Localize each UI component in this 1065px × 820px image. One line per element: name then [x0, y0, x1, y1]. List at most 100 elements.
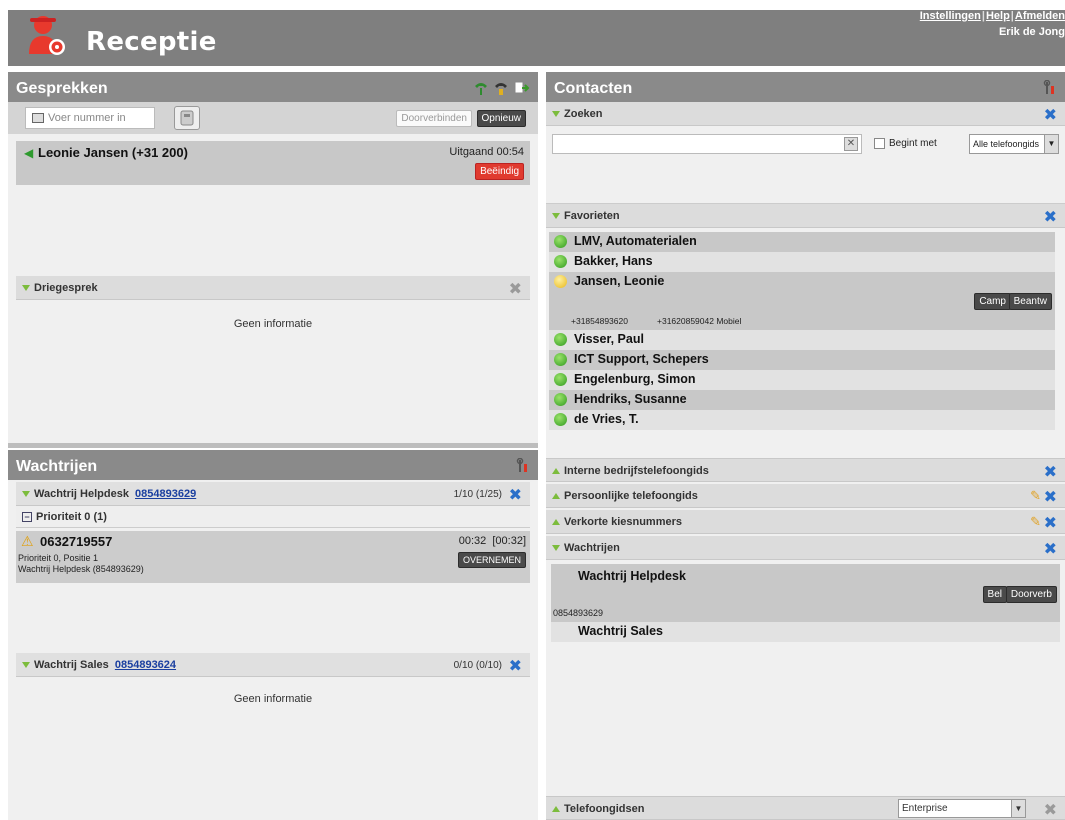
clear-search-icon[interactable]: ✕ — [844, 137, 858, 151]
sales-queue-header[interactable]: Wachtrij Sales 0854893624 0/10 (0/10) ✖ — [16, 653, 530, 677]
contact-name: de Vries, T. — [574, 412, 639, 426]
personal-directory-header[interactable]: Persoonlijke telefoongids ✎ ✖ — [546, 484, 1065, 508]
logout-link[interactable]: Afmelden — [1015, 10, 1065, 22]
search-input[interactable] — [552, 134, 862, 154]
splitter-handle[interactable] — [8, 443, 538, 448]
contact-phone[interactable]: +31854893620 — [571, 316, 628, 326]
close-icon[interactable]: ✖ — [509, 485, 522, 505]
dial-bar: Voer nummer in Doorverbinden Opnieuw — [8, 102, 538, 134]
sales-queue-count: 0/10 (0/10) — [453, 660, 502, 671]
receptionist-logo-icon — [29, 16, 65, 55]
app-title: Receptie — [86, 27, 217, 57]
speed-dial-header[interactable]: Verkorte kiesnummers ✎ ✖ — [546, 510, 1065, 534]
close-icon[interactable]: ✖ — [1044, 105, 1057, 125]
end-call-button[interactable]: Beëindig — [475, 163, 524, 180]
active-call-status: Uitgaand 00:54 — [449, 146, 524, 158]
favorites-section-title: Favorieten — [564, 210, 620, 222]
number-input[interactable]: Voer nummer in — [25, 107, 155, 129]
phonebook-icon — [32, 113, 44, 124]
favorites-section-header[interactable]: Favorieten ✖ — [546, 204, 1065, 228]
starts-with-checkbox[interactable] — [874, 138, 885, 149]
contact-mobile[interactable]: +31620859042 Mobiel — [657, 316, 741, 326]
transfer-button[interactable]: Doorverbinden — [396, 110, 472, 127]
pencil-icon[interactable]: ✎ — [1030, 514, 1041, 530]
presence-available-icon — [554, 255, 567, 269]
sales-queue-label: Wachtrij Sales — [34, 659, 109, 671]
personal-directory-title: Persoonlijke telefoongids — [564, 490, 698, 502]
internal-directory-header[interactable]: Interne bedrijfstelefoongids ✖ — [546, 458, 1065, 482]
close-icon[interactable]: ✖ — [1044, 513, 1057, 533]
favorite-contact[interactable]: Visser, Paul — [549, 330, 1055, 350]
collapse-box-icon[interactable]: − — [22, 512, 32, 523]
favorite-contact[interactable]: ICT Support, Schepers — [549, 350, 1055, 370]
queues-section-header[interactable]: Wachtrijen ✖ — [546, 536, 1065, 560]
collapse-icon — [22, 662, 30, 669]
conference-title: Driegesprek — [34, 282, 98, 294]
search-section-title: Zoeken — [564, 108, 603, 120]
sales-queue-number[interactable]: 0854893624 — [115, 659, 176, 671]
collapse-icon — [22, 491, 30, 498]
help-link[interactable]: Help — [986, 10, 1010, 22]
queue-item-sales[interactable]: Wachtrij Sales — [551, 622, 1060, 642]
queued-time: 00:32 [00:32] — [458, 535, 526, 547]
priority-group[interactable]: − Prioriteit 0 (1) — [16, 506, 530, 528]
close-icon[interactable]: ✖ — [509, 279, 522, 299]
tools-icon[interactable] — [1043, 80, 1057, 96]
contact-name: LMV, Automaterialen — [574, 234, 697, 248]
helpdesk-queue-label: Wachtrij Helpdesk — [34, 488, 129, 500]
queue-item-number[interactable]: 0854893629 — [553, 608, 603, 618]
pencil-icon[interactable]: ✎ — [1030, 488, 1041, 504]
queue-item-helpdesk[interactable]: Wachtrij Helpdesk Bel Doorverb 085489362… — [551, 564, 1060, 622]
directory-select[interactable]: Alle telefoongids ▼ — [969, 134, 1059, 154]
calls-panel: Gesprekken Voer nummer in Doorverbinden … — [8, 72, 538, 444]
helpdesk-queue-number[interactable]: 0854893629 — [135, 488, 196, 500]
dialpad-button[interactable] — [174, 106, 200, 130]
close-icon[interactable]: ✖ — [1044, 462, 1057, 482]
answer-button[interactable]: Beantw — [1008, 293, 1052, 310]
chevron-down-icon: ▼ — [1011, 800, 1025, 817]
close-icon[interactable]: ✖ — [1044, 800, 1057, 820]
expand-icon — [552, 468, 560, 475]
search-section-header[interactable]: Zoeken ✖ — [546, 102, 1065, 126]
contacts-panel: Contacten Zoeken ✖ ✕ Begint met Alle tel… — [546, 72, 1065, 820]
pickup-phone-icon[interactable] — [474, 80, 488, 96]
contact-name: Visser, Paul — [574, 332, 644, 346]
queued-call[interactable]: ⚠ 0632719557 00:32 [00:32] Prioriteit 0,… — [16, 531, 530, 583]
transfer-icon[interactable] — [514, 80, 530, 96]
top-links: Instellingen|Help|Afmelden — [919, 10, 1065, 22]
contact-name: Bakker, Hans — [574, 254, 653, 268]
call-queue-button[interactable]: Bel — [982, 586, 1007, 603]
close-icon[interactable]: ✖ — [509, 656, 522, 676]
active-call-name: Leonie Jansen (+31 200) — [38, 145, 188, 160]
close-icon[interactable]: ✖ — [1044, 207, 1057, 227]
favorite-contact-expanded[interactable]: Jansen, Leonie Camp Beantw +31854893620 … — [549, 272, 1055, 330]
forward-queue-button[interactable]: Doorverb — [1005, 586, 1057, 603]
phonebook-select[interactable]: Enterprise ▼ — [898, 799, 1026, 818]
favorite-contact[interactable]: de Vries, T. — [549, 410, 1055, 430]
phonebooks-section-header[interactable]: Telefoongidsen Enterprise ▼ ✖ — [546, 796, 1065, 820]
hold-phone-icon[interactable] — [494, 80, 508, 96]
helpdesk-queue-header[interactable]: Wachtrij Helpdesk 0854893629 1/10 (1/25)… — [16, 482, 530, 506]
favorite-contact[interactable]: Hendriks, Susanne — [549, 390, 1055, 410]
favorite-contact[interactable]: LMV, Automaterialen — [549, 232, 1055, 252]
favorite-contact[interactable]: Engelenburg, Simon — [549, 370, 1055, 390]
expand-icon — [552, 493, 560, 500]
close-icon[interactable]: ✖ — [1044, 487, 1057, 507]
close-icon[interactable]: ✖ — [1044, 539, 1057, 559]
redial-button[interactable]: Opnieuw — [476, 110, 526, 127]
dialpad-phone-icon — [180, 110, 194, 126]
presence-available-icon — [554, 373, 567, 387]
collapse-icon — [552, 545, 560, 552]
settings-link[interactable]: Instellingen — [920, 10, 981, 22]
active-call[interactable]: ◀ Leonie Jansen (+31 200) Uitgaand 00:54… — [16, 141, 530, 185]
tools-icon[interactable] — [516, 458, 530, 474]
conference-header[interactable]: Driegesprek ✖ — [16, 276, 530, 300]
presence-available-icon — [554, 413, 567, 427]
expand-icon — [552, 519, 560, 526]
take-over-button[interactable]: OVERNEMEN — [457, 552, 526, 568]
contact-name: Engelenburg, Simon — [574, 372, 696, 386]
favorite-contact[interactable]: Bakker, Hans — [549, 252, 1055, 272]
camp-button[interactable]: Camp — [974, 293, 1011, 310]
collapse-icon — [552, 213, 560, 220]
queues-panel-title: Wachtrijen — [16, 458, 98, 475]
